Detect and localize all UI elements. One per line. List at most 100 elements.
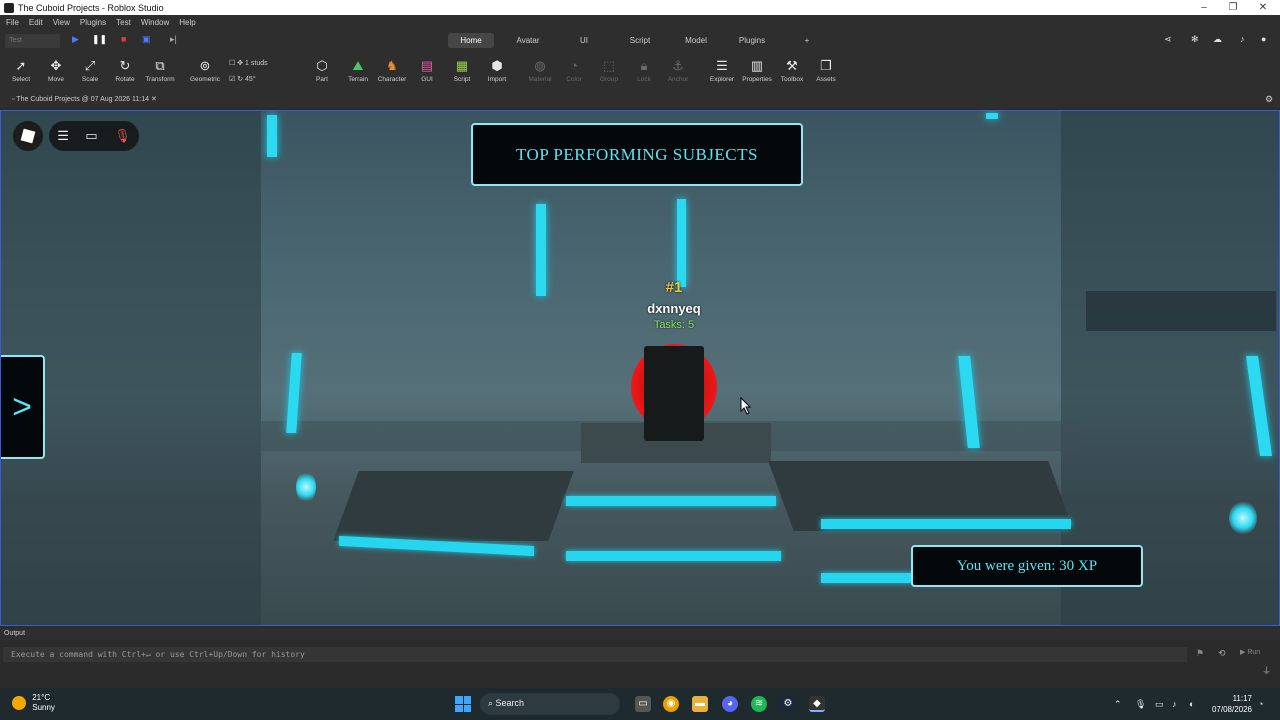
cloud-icon[interactable]: ☁	[1213, 34, 1222, 45]
menu-window[interactable]: Window	[141, 18, 169, 27]
steam-icon[interactable]: ⚙	[780, 696, 796, 712]
explorer-tool[interactable]: ☰ Explorer	[705, 56, 739, 90]
maximize-button[interactable]: ❐	[1218, 0, 1248, 15]
roblox-studio-icon	[4, 2, 14, 13]
tray-volume-icon[interactable]: ♪	[1172, 699, 1177, 709]
weather-widget[interactable]: 21°C Sunny	[12, 693, 55, 713]
terrain-tool[interactable]: ⛰ Terrain	[341, 56, 375, 90]
chrome-icon[interactable]: ◉	[663, 696, 679, 712]
wall-ledge	[1086, 291, 1276, 331]
properties-tool[interactable]: ▥ Properties	[740, 56, 774, 90]
tray-display-icon[interactable]: ▭	[1155, 699, 1164, 710]
settings-gear-icon[interactable]: ⚙	[1265, 94, 1273, 105]
sun-icon	[12, 696, 26, 710]
part-tool[interactable]: ⬡ Part	[305, 56, 339, 90]
neon-pillar	[986, 113, 998, 119]
color-tool[interactable]: ◔ Color	[557, 56, 591, 90]
tab-model[interactable]: Model	[673, 33, 719, 48]
roblox-studio-taskbar-icon[interactable]: ◆	[809, 696, 825, 712]
roblox-logo-button[interactable]	[13, 121, 43, 151]
script-icon: ▦	[455, 58, 469, 73]
studs-field[interactable]: ☐ ✥ 1 studs	[229, 59, 268, 67]
file-explorer-icon[interactable]: ▬	[692, 696, 708, 712]
anchor-tool[interactable]: ⚓︎ Anchor	[661, 56, 695, 90]
play-icon[interactable]: ▶	[72, 34, 79, 45]
bell-icon[interactable]: ♪	[1240, 34, 1245, 44]
chat-icon[interactable]: ▭	[85, 128, 97, 144]
group-icon: ⬚	[602, 58, 616, 73]
scale-icon: ⤢	[84, 58, 96, 73]
taskbar-search[interactable]: ⌕ Search	[480, 693, 620, 715]
character-tool[interactable]: ♞ Character	[375, 56, 409, 90]
add-tab-icon[interactable]: +	[796, 33, 818, 48]
menu-plugins[interactable]: Plugins	[80, 18, 106, 27]
gui-tool[interactable]: ▤ GUI	[410, 56, 444, 90]
menu-file[interactable]: File	[6, 18, 19, 27]
player-avatar[interactable]	[644, 346, 704, 441]
collab-icon[interactable]: ✻	[1191, 34, 1199, 45]
menu-help[interactable]: Help	[179, 18, 195, 27]
command-input[interactable]: Execute a command with Ctrl+↵ or use Ctr…	[3, 647, 1187, 662]
transform-tool[interactable]: ⧉ Transform	[143, 56, 177, 90]
spotify-icon[interactable]: ≋	[751, 696, 767, 712]
geometric-tool[interactable]: ⊚ Geometric	[188, 56, 222, 90]
tray-network-icon[interactable]: ◐	[1189, 699, 1194, 709]
lock-tool[interactable]: 🔒︎ Lock	[627, 56, 661, 90]
rotate-tool[interactable]: ↻ Rotate	[108, 56, 142, 90]
doc-tab-place[interactable]: ▫ The Cuboid Projects @ 07 Aug 2026 11:1…	[8, 94, 161, 106]
menu-edit[interactable]: Edit	[29, 18, 43, 27]
tab-avatar[interactable]: Avatar	[505, 33, 551, 48]
task-view-icon[interactable]: ▭	[635, 696, 651, 712]
menu-test[interactable]: Test	[116, 18, 131, 27]
roblox-logo-icon	[20, 128, 36, 144]
share-icon[interactable]: ⋖	[1164, 34, 1172, 45]
device-icon[interactable]: ▣	[142, 34, 151, 45]
import-icon: ⬢	[491, 58, 503, 73]
tab-home[interactable]: Home	[448, 33, 494, 48]
roblox-topbar: ☰ ▭ 🎙︎	[13, 121, 139, 151]
tab-script[interactable]: Script	[617, 33, 663, 48]
pause-icon[interactable]: ❚❚	[92, 34, 107, 45]
system-clock[interactable]: 11:17 07/08/2026	[1210, 693, 1252, 715]
profile-icon[interactable]: ●	[1261, 34, 1266, 44]
windows-start-icon[interactable]	[455, 696, 471, 712]
menu-view[interactable]: View	[53, 18, 70, 27]
game-viewport[interactable]: TOP PERFORMING SUBJECTS #1 dxnnyeq Tasks…	[0, 110, 1280, 626]
side-panel-toggle[interactable]: >	[1, 355, 45, 459]
step-icon[interactable]: ▸|	[170, 34, 177, 45]
script-tool[interactable]: ▦ Script	[445, 56, 479, 90]
stop-icon[interactable]: ■	[121, 34, 126, 44]
select-tool[interactable]: ➚ Select	[4, 56, 38, 90]
toolbox-tool[interactable]: ⚒ Toolbox	[775, 56, 809, 90]
group-tool[interactable]: ⬚ Group	[592, 56, 626, 90]
test-mode-select[interactable]: Test	[5, 34, 60, 48]
rank-label: #1	[665, 279, 683, 296]
microphone-muted-icon[interactable]: 🎙︎	[114, 128, 131, 144]
command-bar: Execute a command with Ctrl+↵ or use Ctr…	[0, 644, 1280, 664]
run-button[interactable]: ▶ Run	[1240, 648, 1260, 656]
output-header: Output	[0, 628, 1280, 640]
bookmark-icon[interactable]: ⚑	[1196, 648, 1204, 659]
import-tool[interactable]: ⬢ Import	[480, 56, 514, 90]
move-icon: ✥	[50, 58, 62, 73]
home-toolbar: ➚ Select ✥ Move ⤢ Scale ↻ Rotate ⧉ Transform …	[0, 52, 1280, 92]
tab-ui[interactable]: UI	[562, 33, 606, 48]
assets-tool[interactable]: ❐ Assets	[809, 56, 843, 90]
scale-tool[interactable]: ⤢ Scale	[73, 56, 107, 90]
discord-icon[interactable]: ◕	[722, 696, 738, 712]
hamburger-menu-icon[interactable]: ☰	[57, 128, 69, 144]
xp-notification: You were given: 30 XP	[911, 545, 1143, 587]
material-tool[interactable]: ◍ Material	[523, 56, 557, 90]
angle-field[interactable]: ☑ ↻ 45°	[229, 75, 256, 83]
minimize-button[interactable]: –	[1189, 0, 1219, 15]
neon-edge	[566, 496, 776, 506]
close-button[interactable]: ✕	[1248, 0, 1278, 15]
cube-icon: ⬡	[316, 58, 328, 73]
tab-plugins[interactable]: Plugins	[729, 33, 775, 48]
tray-overflow-icon[interactable]: ⌃	[1114, 699, 1122, 710]
mic-icon[interactable]: ⏚	[1262, 664, 1271, 677]
notifications-icon[interactable]: ◔	[1258, 699, 1263, 709]
move-tool[interactable]: ✥ Move	[39, 56, 73, 90]
history-icon[interactable]: ⟲	[1218, 648, 1226, 659]
tray-mic-icon[interactable]: 🎙︎	[1135, 699, 1146, 710]
